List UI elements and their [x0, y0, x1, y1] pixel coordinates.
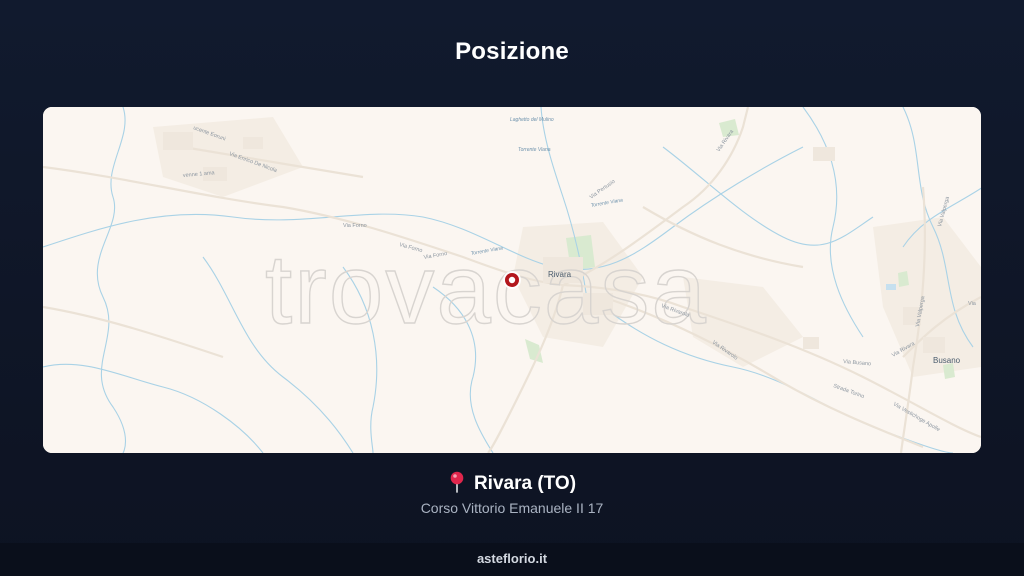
town-label-east: Busano — [933, 356, 961, 365]
page-title: Posizione — [455, 38, 569, 65]
town-label-center: Rivara — [548, 270, 572, 279]
location-map[interactable]: trovacasa Rivara Busano Laghetto del Mul… — [43, 107, 981, 453]
pond-shape — [886, 284, 896, 290]
footer-site-link[interactable]: asteflorio.it — [477, 551, 547, 566]
lake-label: Laghetto del Mulino — [510, 117, 554, 123]
location-title: Rivara (TO) — [0, 471, 1024, 495]
map-marker-icon[interactable] — [503, 271, 521, 289]
round-pushpin-icon — [448, 471, 466, 493]
water-label: Torrente Viana — [518, 147, 551, 153]
footer: asteflorio.it — [0, 543, 1024, 576]
road-label: Via Forno — [343, 223, 367, 229]
road-label: Via — [968, 301, 977, 307]
location-city: Rivara (TO) — [473, 473, 577, 494]
location-address: Corso Vittorio Emanuele II 17 — [420, 500, 604, 516]
map-canvas[interactable]: trovacasa Rivara Busano Laghetto del Mul… — [43, 107, 981, 453]
